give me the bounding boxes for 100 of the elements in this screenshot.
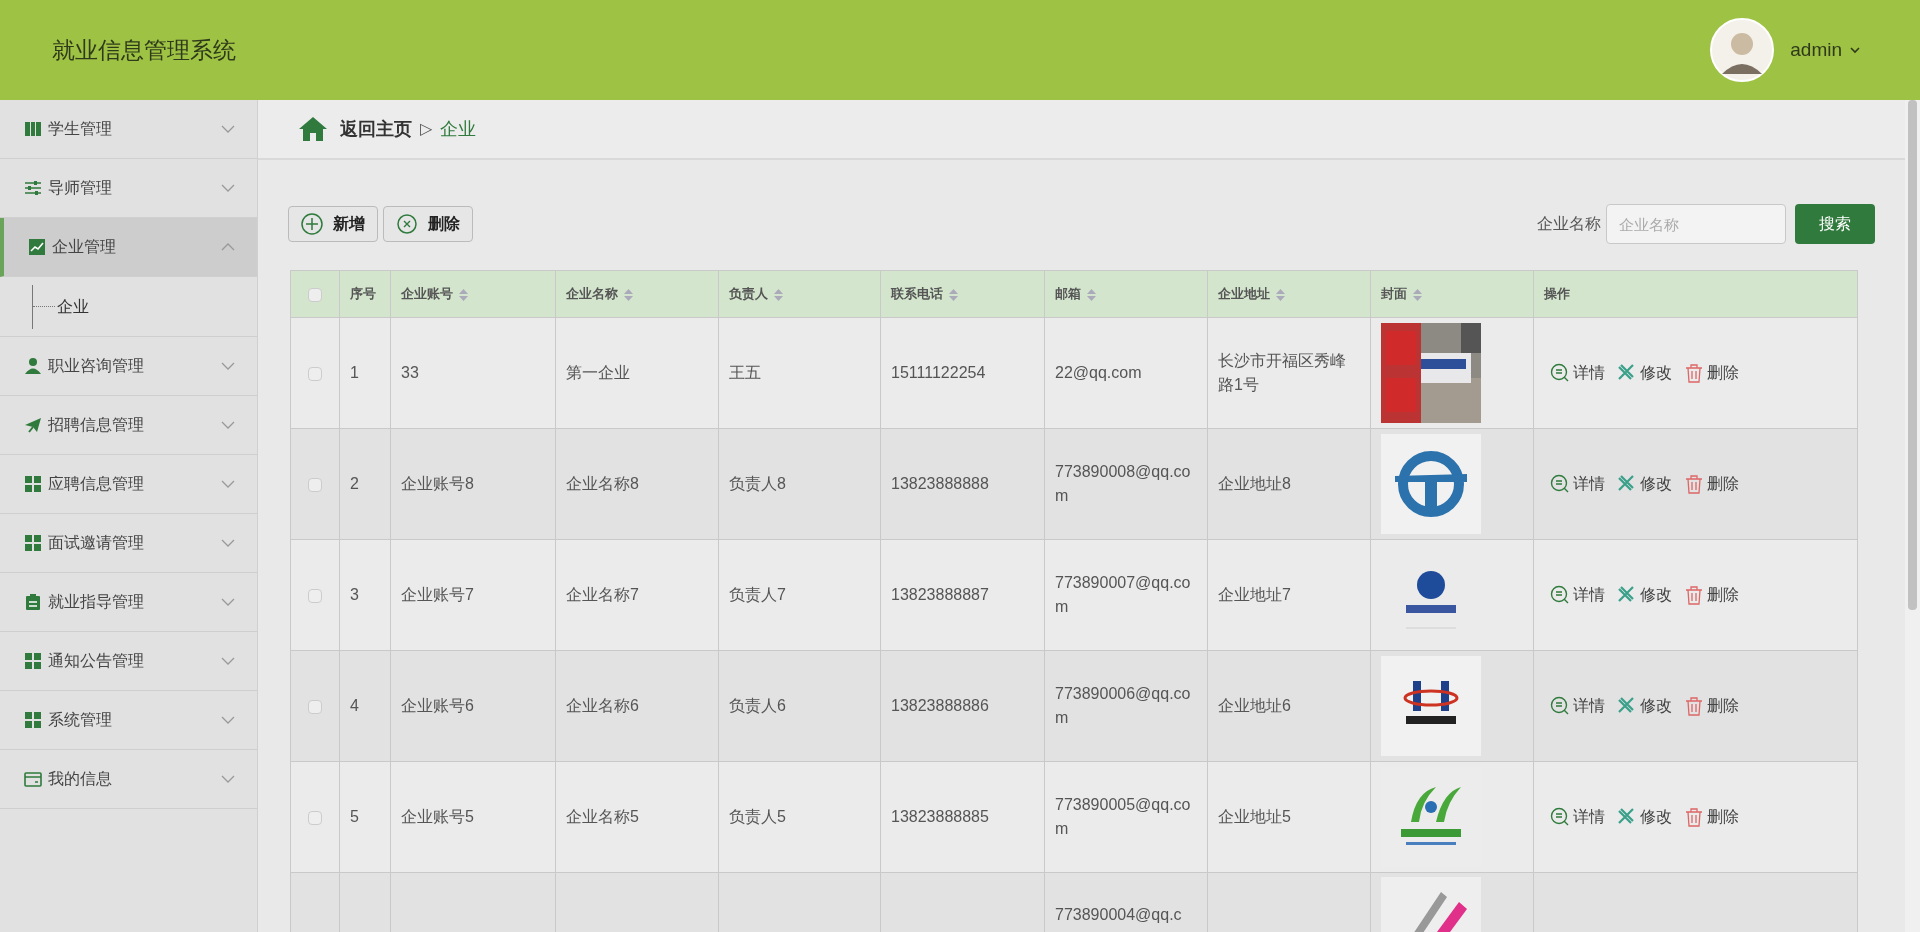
table-cell: 15111122254 — [880, 317, 1045, 429]
details-link[interactable]: 详情 — [1550, 583, 1605, 607]
search-doc-icon — [1550, 807, 1570, 827]
user-menu[interactable]: admin — [1790, 35, 1860, 65]
table-cell: 企业名称5 — [555, 761, 719, 873]
breadcrumb-current[interactable]: 企业 — [440, 115, 476, 143]
breadcrumb-separator: ▷ — [420, 119, 432, 139]
sort-icon[interactable] — [1276, 288, 1285, 301]
table-cell: 773890007@qq.com — [1044, 539, 1208, 651]
edit-link[interactable]: 修改 — [1617, 472, 1672, 496]
add-button[interactable]: 新增 — [288, 206, 378, 242]
trash-icon — [1684, 363, 1704, 383]
table-cell: 企业账号5 — [390, 761, 556, 873]
delete-link[interactable]: 删除 — [1684, 694, 1739, 718]
table-cell: 第一企业 — [555, 317, 719, 429]
column-header[interactable]: 封面 — [1381, 286, 1407, 302]
table-cell: 企业名称8 — [555, 428, 719, 540]
search-doc-icon — [1550, 363, 1570, 383]
column-header[interactable]: 联系电话 — [891, 286, 943, 302]
checkbox[interactable] — [308, 810, 322, 825]
column-header[interactable]: 操作 — [1544, 286, 1570, 302]
sidebar-item[interactable]: 企业管理 — [0, 218, 257, 277]
table-cell: 13823888885 — [880, 761, 1045, 873]
column-header[interactable]: 序号 — [350, 286, 376, 302]
sort-icon[interactable] — [1087, 288, 1096, 301]
search-field[interactable]: 企业名称 — [1606, 204, 1786, 244]
checkbox[interactable] — [308, 366, 322, 381]
avatar[interactable] — [1710, 18, 1775, 82]
table-cell: 33 — [390, 317, 556, 429]
details-link[interactable]: 详情 — [1550, 361, 1605, 385]
home-link[interactable]: 返回主页 — [340, 115, 412, 143]
home-icon — [298, 116, 328, 142]
delete-link[interactable]: 删除 — [1684, 361, 1739, 385]
table-cell: 企业账号8 — [390, 428, 556, 540]
chevron-down-icon — [221, 480, 235, 488]
table-cell: 企业名称6 — [555, 650, 719, 762]
table-cell: 2 — [339, 428, 391, 540]
table-cell: 5 — [339, 761, 391, 873]
chevron-down-icon — [221, 421, 235, 429]
sliders-icon — [24, 179, 42, 197]
delete-link[interactable]: 删除 — [1684, 472, 1739, 496]
delete-link[interactable]: 删除 — [1684, 583, 1739, 607]
details-link[interactable]: 详情 — [1550, 472, 1605, 496]
chevron-down-icon — [221, 775, 235, 783]
table-cell: 4 — [339, 650, 391, 762]
edit-link[interactable]: 修改 — [1617, 805, 1672, 829]
scrollbar[interactable] — [1905, 100, 1920, 932]
table-cell: 13823888887 — [880, 539, 1045, 651]
table-cell: 负责人5 — [718, 761, 881, 873]
table-cell: 3 — [339, 539, 391, 651]
checkbox[interactable] — [308, 699, 322, 714]
sort-icon[interactable] — [949, 288, 958, 301]
sort-icon[interactable] — [459, 288, 468, 301]
chevron-down-icon — [221, 657, 235, 665]
details-link[interactable]: 详情 — [1550, 805, 1605, 829]
table-cell: 企业地址8 — [1207, 428, 1371, 540]
edit-link[interactable]: 修改 — [1617, 583, 1672, 607]
plus-circle-icon — [301, 213, 323, 235]
search-doc-icon — [1550, 474, 1570, 494]
sort-icon[interactable] — [624, 288, 633, 301]
table-cell: 企业账号7 — [390, 539, 556, 651]
search-doc-icon — [1550, 696, 1570, 716]
table-cell: 773890006@qq.com — [1044, 650, 1208, 762]
caret-icon — [1850, 46, 1860, 54]
card-icon — [24, 770, 42, 788]
search-label: 企业名称 — [1537, 214, 1601, 234]
column-header[interactable]: 企业账号 — [401, 286, 453, 302]
details-link[interactable]: 详情 — [1550, 694, 1605, 718]
chevron-down-icon — [221, 125, 235, 133]
checkbox[interactable] — [308, 287, 322, 302]
delete-link[interactable]: 删除 — [1684, 805, 1739, 829]
column-header[interactable]: 企业地址 — [1218, 286, 1270, 302]
table-cell: 企业账号6 — [390, 650, 556, 762]
table-cell: 22@qq.com — [1044, 317, 1208, 429]
chart-icon — [28, 238, 46, 256]
grid-icon — [24, 711, 42, 729]
column-header[interactable]: 企业名称 — [566, 286, 618, 302]
clipboard-icon — [24, 593, 42, 611]
sort-icon[interactable] — [1413, 288, 1422, 301]
column-header[interactable]: 负责人 — [729, 286, 768, 302]
sort-icon[interactable] — [774, 288, 783, 301]
column-header[interactable]: 邮箱 — [1055, 286, 1081, 302]
trash-icon — [1684, 807, 1704, 827]
edit-link[interactable]: 修改 — [1617, 361, 1672, 385]
table-cell: 负责人7 — [718, 539, 881, 651]
table-cell: 13823888888 — [880, 428, 1045, 540]
checkbox[interactable] — [308, 477, 322, 492]
table-cell-text: 773890004@qq.c — [1055, 905, 1183, 925]
edit-link[interactable]: 修改 — [1617, 694, 1672, 718]
chevron-down-icon — [221, 716, 235, 724]
checkbox[interactable] — [308, 588, 322, 603]
table-cell: 长沙市开福区秀峰路1号 — [1207, 317, 1371, 429]
delete-button[interactable]: 删除 — [383, 206, 473, 242]
table-cell: 负责人6 — [718, 650, 881, 762]
table-cell: 企业名称7 — [555, 539, 719, 651]
trash-icon — [1684, 474, 1704, 494]
x-circle-icon — [396, 213, 418, 235]
trash-icon — [1684, 585, 1704, 605]
search-button[interactable]: 搜索 — [1795, 204, 1875, 244]
submenu-item[interactable]: 企业 — [57, 294, 89, 319]
